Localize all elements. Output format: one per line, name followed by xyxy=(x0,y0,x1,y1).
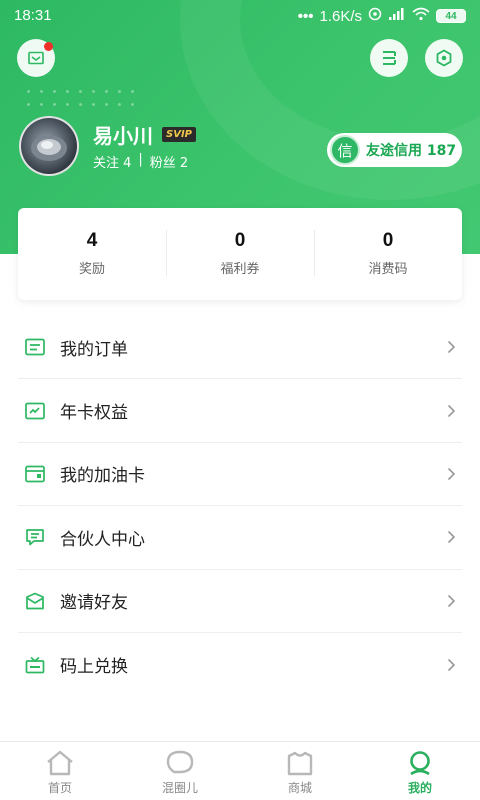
stat-coupons[interactable]: 0 福利券 xyxy=(166,208,314,300)
home-icon xyxy=(47,750,73,776)
redeem-icon xyxy=(24,654,46,676)
stat-label: 福利券 xyxy=(220,262,260,277)
svip-badge[interactable]: SVIP xyxy=(162,127,196,142)
chevron-right-icon xyxy=(447,404,456,418)
followers-count[interactable]: 粉丝 2 xyxy=(150,152,188,171)
tab-community[interactable]: 混圈儿 xyxy=(120,742,240,800)
avatar-image xyxy=(31,135,67,161)
menu-item-annual-card[interactable]: 年卡权益 xyxy=(18,379,462,443)
wifi-icon xyxy=(412,7,430,25)
tab-home[interactable]: 首页 xyxy=(0,742,120,800)
community-icon xyxy=(166,750,194,774)
menu-item-redeem-code[interactable]: 码上兑换 xyxy=(18,633,462,696)
chevron-right-icon xyxy=(447,340,456,354)
more-dots-icon: ••• xyxy=(297,7,314,25)
tab-mall[interactable]: 商城 xyxy=(240,742,360,800)
annual-card-icon xyxy=(24,400,46,422)
tab-profile[interactable]: 我的 xyxy=(360,742,480,800)
username[interactable]: 易小川 xyxy=(93,120,153,149)
chevron-right-icon xyxy=(447,658,456,672)
chevron-right-icon xyxy=(447,530,456,544)
following-count[interactable]: 关注 4 xyxy=(93,152,131,171)
menu-item-label: 年卡权益 xyxy=(60,403,128,424)
invite-icon xyxy=(24,590,46,612)
menu-item-label: 邀请好友 xyxy=(60,593,128,614)
battery-icon: 44 xyxy=(436,9,466,23)
stat-value: 4 xyxy=(86,230,98,251)
tab-label: 首页 xyxy=(47,781,72,795)
stat-consumption-codes[interactable]: 0 消费码 xyxy=(314,208,462,300)
credit-score-button[interactable]: 信 友途信用 187 xyxy=(327,133,462,167)
partner-icon xyxy=(24,526,46,548)
scan-button[interactable] xyxy=(370,39,408,77)
stat-rewards[interactable]: 4 奖励 xyxy=(18,208,166,300)
tab-label: 混圈儿 xyxy=(161,781,198,795)
follow-separator: | xyxy=(138,152,143,167)
menu-item-partner-center[interactable]: 合伙人中心 xyxy=(18,506,462,570)
dot-pattern-decoration xyxy=(22,85,142,115)
menu-item-label: 我的订单 xyxy=(60,339,128,360)
menu-item-orders[interactable]: 我的订单 xyxy=(18,316,462,380)
menu-item-label: 码上兑换 xyxy=(60,657,128,678)
data-saver-icon xyxy=(368,7,382,25)
settings-button[interactable] xyxy=(425,39,463,77)
notification-dot xyxy=(44,42,53,51)
signal-icon xyxy=(388,7,406,25)
tab-label: 商城 xyxy=(287,781,312,795)
stat-label: 奖励 xyxy=(78,262,105,277)
messages-button[interactable] xyxy=(17,39,55,77)
chevron-right-icon xyxy=(447,594,456,608)
avatar[interactable] xyxy=(19,116,79,176)
network-speed: 1.6K/s xyxy=(319,7,362,25)
tab-label: 我的 xyxy=(407,781,432,795)
menu-item-fuel-card[interactable]: 我的加油卡 xyxy=(18,443,462,507)
scan-icon xyxy=(383,51,396,65)
menu-item-invite-friends[interactable]: 邀请好友 xyxy=(18,570,462,633)
status-icons: ••• 1.6K/s 44 xyxy=(298,7,466,25)
stat-label: 消费码 xyxy=(368,262,408,277)
chevron-right-icon xyxy=(447,467,456,481)
stat-value: 0 xyxy=(234,230,246,251)
fuel-card-icon xyxy=(24,463,46,485)
follow-stats: 关注 4 | 粉丝 2 xyxy=(93,152,188,171)
settings-hex-icon xyxy=(436,49,452,67)
stat-value: 0 xyxy=(382,230,394,251)
bottom-tab-bar: 首页 混圈儿 商城 我的 xyxy=(0,741,480,800)
credit-score-label: 友途信用 187 xyxy=(366,143,457,159)
order-icon xyxy=(24,336,46,358)
mall-icon xyxy=(287,751,313,776)
stats-card: 4 奖励 0 福利券 0 消费码 xyxy=(18,208,462,300)
status-bar: 18:31 ••• 1.6K/s 44 xyxy=(0,0,480,32)
credit-badge-icon: 信 xyxy=(330,135,360,165)
menu-list: 我的订单 年卡权益 我的加油卡 合伙人中心 邀请好友 码上兑换 xyxy=(18,316,462,696)
mail-icon xyxy=(28,51,44,65)
menu-item-label: 合伙人中心 xyxy=(60,529,145,550)
menu-item-label: 我的加油卡 xyxy=(60,466,145,487)
profile-icon xyxy=(410,751,430,776)
status-time: 18:31 xyxy=(14,7,52,24)
